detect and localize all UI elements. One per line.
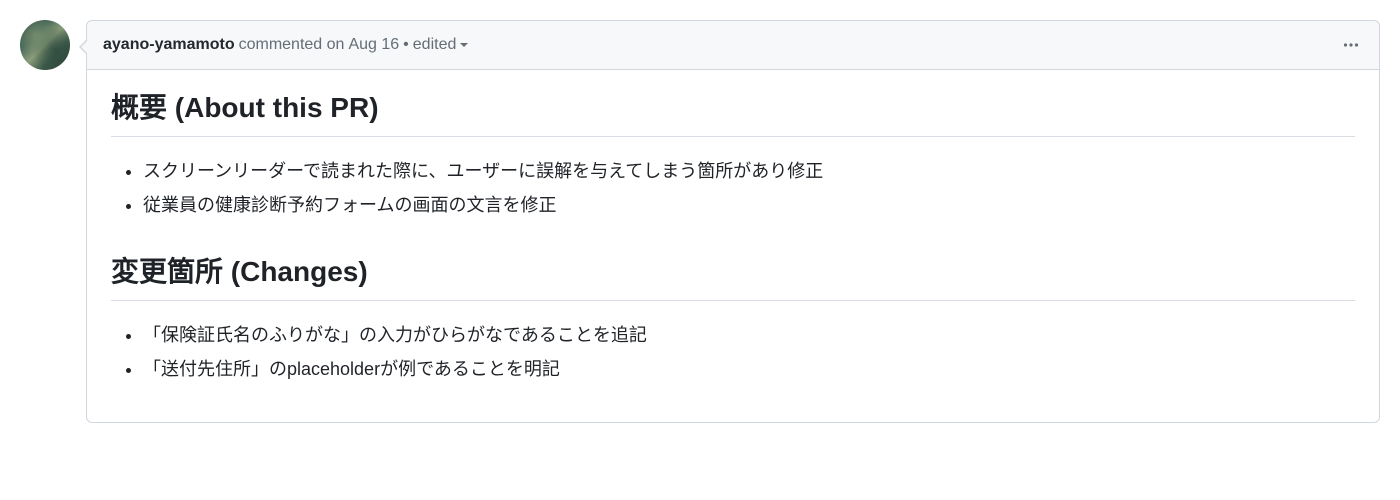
comment-container: ayano-yamamoto commented on Aug 16 • edi… xyxy=(20,20,1380,423)
kebab-icon xyxy=(1343,37,1359,53)
meta-separator: • xyxy=(403,36,409,54)
comment-header: ayano-yamamoto commented on Aug 16 • edi… xyxy=(87,21,1379,70)
avatar[interactable] xyxy=(20,20,70,70)
caret-down-icon xyxy=(460,43,468,47)
list-item: 「保険証氏名のふりがな」の入力がひらがなであることを追記 xyxy=(143,319,1355,351)
section-heading-changes: 変更箇所 (Changes) xyxy=(111,250,1355,301)
about-list: スクリーンリーダーで読まれた際に、ユーザーに誤解を与えてしまう箇所があり修正 従… xyxy=(111,155,1355,222)
comment-box: ayano-yamamoto commented on Aug 16 • edi… xyxy=(86,20,1380,423)
edited-label: edited xyxy=(413,36,457,54)
section-heading-about: 概要 (About this PR) xyxy=(111,86,1355,137)
comment-action-text: commented on xyxy=(239,36,345,54)
comment-body: 概要 (About this PR) スクリーンリーダーで読まれた際に、ユーザー… xyxy=(87,70,1379,422)
changes-list: 「保険証氏名のふりがな」の入力がひらがなであることを追記 「送付先住所」のpla… xyxy=(111,319,1355,386)
kebab-menu-button[interactable] xyxy=(1339,33,1363,57)
comment-arrow xyxy=(79,39,87,55)
author-link[interactable]: ayano-yamamoto xyxy=(103,36,235,54)
list-item: 従業員の健康診断予約フォームの画面の文言を修正 xyxy=(143,189,1355,221)
comment-header-meta: ayano-yamamoto commented on Aug 16 • edi… xyxy=(103,36,468,54)
comment-date-link[interactable]: Aug 16 xyxy=(348,36,399,54)
edited-dropdown[interactable]: edited xyxy=(413,36,469,54)
list-item: 「送付先住所」のplaceholderが例であることを明記 xyxy=(143,353,1355,385)
list-item: スクリーンリーダーで読まれた際に、ユーザーに誤解を与えてしまう箇所があり修正 xyxy=(143,155,1355,187)
